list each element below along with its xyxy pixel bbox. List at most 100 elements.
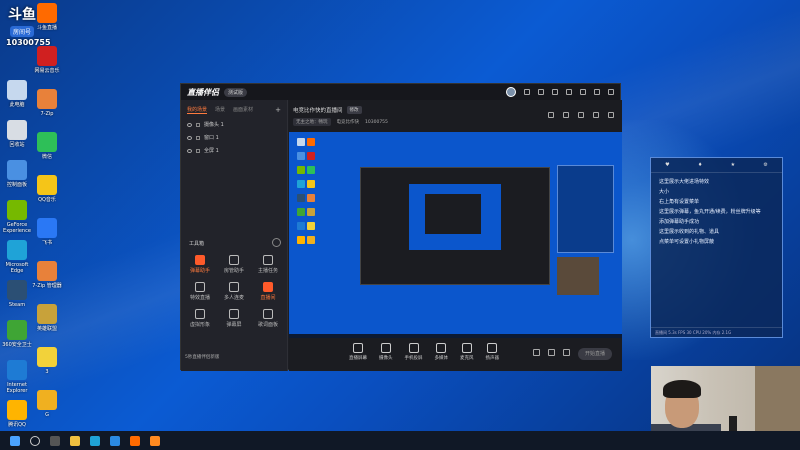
tool-icon: [229, 255, 239, 265]
desktop-icon[interactable]: Microsoft Edge: [0, 240, 34, 274]
more-icon[interactable]: [272, 238, 281, 247]
source-button[interactable]: 直播屏幕: [349, 343, 367, 361]
toolbox-item[interactable]: 歌词面板: [251, 309, 285, 328]
eye-icon[interactable]: [187, 148, 192, 153]
desktop-icon[interactable]: 网易云音乐: [30, 46, 64, 74]
danmaku-chat-panel[interactable]: ♥ ♦ ★ ⚙ 这里展示大佬进场特效 大小 右上角有设置菜单 这里展示弹幕，鱼丸开通/…: [650, 157, 783, 338]
skin-icon[interactable]: [552, 89, 558, 95]
source-item[interactable]: 窗口 1: [181, 131, 287, 144]
app-icon: [7, 360, 27, 380]
gift-icon[interactable]: [548, 112, 554, 118]
chat-message: 右上角有设置菜单: [659, 199, 700, 205]
desktop-icon[interactable]: 360安全卫士: [0, 320, 34, 348]
desktop-icon[interactable]: 控制面板: [0, 160, 34, 188]
preview-icon: [307, 208, 315, 216]
desktop-icon[interactable]: GeForce Experience: [0, 200, 34, 234]
desktop-icon[interactable]: 飞书: [30, 218, 64, 246]
version-badge[interactable]: 测试版: [224, 87, 248, 97]
minimize-icon[interactable]: [580, 89, 586, 95]
source-button-icon: [408, 343, 419, 353]
settings-icon[interactable]: ⚙: [763, 162, 767, 168]
room-name-short: 电竞比作快: [336, 120, 360, 125]
tab-scenes[interactable]: 场景: [215, 106, 225, 114]
desktop-icon[interactable]: 3: [30, 347, 64, 375]
file-explorer-icon[interactable]: [70, 435, 80, 446]
desktop-icon[interactable]: 英雄联盟: [30, 304, 64, 332]
douyu-taskbar-icon[interactable]: [130, 435, 140, 446]
user-avatar[interactable]: [506, 87, 516, 97]
source-button[interactable]: 扬声器: [486, 343, 499, 361]
source-button[interactable]: 麦克风: [460, 343, 474, 361]
live-companion-window[interactable]: 直播伴侣 测试版 我的场景 场景 画面素材 + 摄像头 1 窗口 1 全屏 1 …: [180, 83, 622, 371]
lock-icon[interactable]: [196, 148, 200, 153]
like-icon[interactable]: ♥: [665, 162, 669, 168]
eye-icon[interactable]: [187, 135, 192, 140]
store-icon[interactable]: [110, 435, 120, 446]
start-live-button[interactable]: 开始直播: [578, 348, 612, 360]
source-button[interactable]: 摄像头: [379, 343, 393, 361]
close-icon[interactable]: [608, 89, 614, 95]
toolbox-item[interactable]: 弹幕屏: [217, 309, 251, 328]
settings-small-icon[interactable]: [563, 349, 570, 356]
search-icon[interactable]: [30, 435, 40, 446]
edge-icon[interactable]: [90, 435, 100, 446]
desktop-icon[interactable]: Internet Explorer: [0, 360, 34, 394]
maximize-icon[interactable]: [594, 89, 600, 95]
desktop-icon-label: 此电脑: [9, 102, 25, 108]
desktop-icon[interactable]: 斗鱼直播: [30, 3, 64, 31]
desktop-icon[interactable]: 7-Zip: [30, 89, 64, 117]
modify-button[interactable]: 修改: [346, 106, 362, 114]
toolbox-item[interactable]: 弹幕助手: [183, 255, 217, 274]
lock-icon[interactable]: [196, 122, 200, 127]
task-view-icon[interactable]: [50, 435, 60, 446]
toolbox-item[interactable]: 主播任务: [251, 255, 285, 274]
preview-recursive-desktop: [409, 184, 501, 250]
tab-my-scenes[interactable]: 我的场景: [187, 106, 208, 114]
live-companion-taskbar-icon[interactable]: [150, 435, 160, 446]
bell-icon[interactable]: [593, 112, 599, 118]
windows-start-icon[interactable]: [10, 435, 20, 446]
eye-icon[interactable]: [187, 122, 192, 127]
desktop-icon[interactable]: QQ音乐: [30, 175, 64, 203]
record-icon[interactable]: [578, 112, 584, 118]
preview-webcam: [557, 257, 599, 295]
toolbox-item[interactable]: 房管助手: [217, 255, 251, 274]
desktop-icon[interactable]: Steam: [0, 280, 34, 308]
source-item[interactable]: 摄像头 1: [181, 118, 287, 131]
preview-icon: [297, 222, 305, 230]
eye-small-icon[interactable]: [548, 349, 555, 356]
add-source-icon[interactable]: +: [275, 106, 281, 114]
toolbox-item[interactable]: 直播间: [251, 282, 285, 301]
desktop-icon[interactable]: G: [30, 390, 64, 418]
toolbox-item[interactable]: 多人连麦: [217, 282, 251, 301]
tool-label: 弹幕助手: [189, 268, 210, 274]
message-icon[interactable]: [524, 89, 530, 95]
fans-icon[interactable]: ★: [731, 162, 735, 168]
share-icon[interactable]: [608, 112, 614, 118]
desktop-icon[interactable]: 腾讯QQ: [0, 400, 34, 428]
app-icon: [37, 347, 57, 367]
menu-icon[interactable]: [566, 89, 572, 95]
desktop-icon[interactable]: 回收站: [0, 120, 34, 148]
gift-icon[interactable]: ♦: [698, 162, 702, 168]
camera-small-icon[interactable]: [533, 349, 540, 356]
tab-materials[interactable]: 画面素材: [233, 106, 253, 114]
desktop-icon[interactable]: 微信: [30, 132, 64, 160]
source-button[interactable]: 多媒体: [435, 343, 448, 361]
desktop-icon[interactable]: 7-Zip 管理器: [30, 261, 64, 289]
toolbox-item[interactable]: 特效直播: [183, 282, 217, 301]
settings-icon[interactable]: [538, 89, 544, 95]
desktop-icon[interactable]: 此电脑: [0, 80, 34, 108]
desktop-icon-label: GeForce Experience: [3, 222, 31, 234]
chat-message: 点菜单可设置小礼物屏蔽: [659, 239, 715, 245]
window-titlebar[interactable]: 直播伴侣 测试版: [181, 84, 620, 100]
lock-icon[interactable]: [196, 135, 200, 140]
toolbox-item[interactable]: 虚拟形象: [183, 309, 217, 328]
source-button[interactable]: 手机投屏: [405, 343, 423, 361]
screenshot-icon[interactable]: [563, 112, 569, 118]
notice-text[interactable]: 5秒直播伴侣新版: [185, 354, 219, 360]
app-icon: [37, 304, 57, 324]
category-tag[interactable]: 无主之地：畅玩: [293, 118, 331, 126]
live-preview[interactable]: [289, 132, 622, 338]
source-item[interactable]: 全屏 1: [181, 144, 287, 157]
